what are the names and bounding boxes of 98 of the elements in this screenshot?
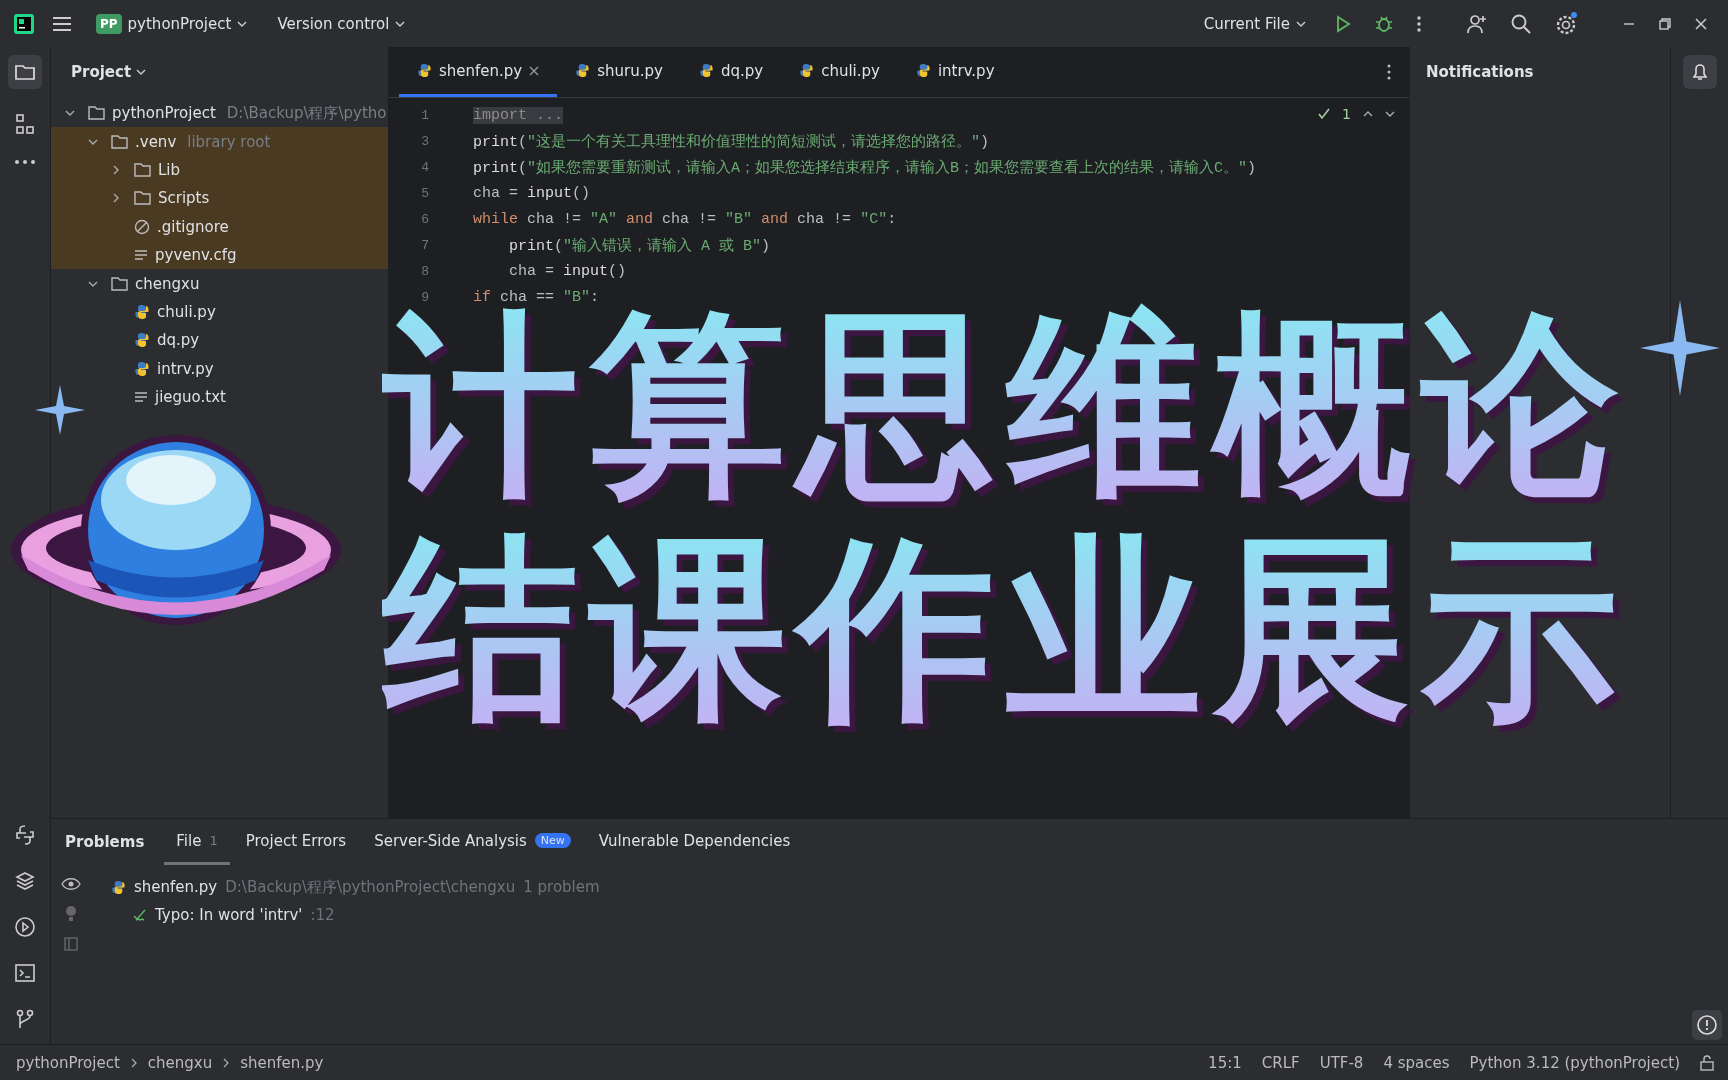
run-services-icon[interactable] bbox=[14, 916, 36, 938]
breadcrumb[interactable]: pythonProject bbox=[16, 1053, 120, 1072]
caret-icon bbox=[136, 67, 147, 77]
add-user-icon[interactable] bbox=[1466, 12, 1488, 35]
status-item[interactable]: CRLF bbox=[1261, 1053, 1300, 1072]
bulb-icon[interactable] bbox=[64, 905, 78, 923]
tree-item[interactable]: pyvenv.cfg bbox=[51, 240, 388, 270]
chevron-up-icon[interactable] bbox=[1363, 109, 1373, 119]
chevron-right-icon bbox=[222, 1057, 231, 1068]
lock-icon[interactable] bbox=[1700, 1054, 1714, 1071]
inspection-count[interactable]: 1 bbox=[1342, 106, 1351, 122]
code-line: print("这是一个有关工具理性和价值理性的简短测试，请选择您的路径。") bbox=[473, 132, 990, 151]
status-item[interactable]: 4 spaces bbox=[1383, 1053, 1450, 1072]
line-number: 3 bbox=[420, 133, 430, 149]
text-file-icon bbox=[134, 390, 148, 405]
editor-tab[interactable]: intrv.py bbox=[897, 47, 1013, 97]
run-icon[interactable] bbox=[1334, 14, 1352, 33]
code-line: cha = input() bbox=[508, 262, 627, 280]
editor-tab[interactable]: shenfen.py bbox=[399, 47, 558, 97]
problems-tab[interactable]: Project Errors bbox=[233, 819, 359, 865]
python-file-icon bbox=[134, 360, 150, 377]
bell-icon[interactable] bbox=[1682, 55, 1717, 89]
python-file-icon bbox=[915, 63, 931, 78]
line-number: 6 bbox=[420, 211, 430, 227]
alert-icon[interactable] bbox=[1692, 1010, 1722, 1040]
git-branch-icon[interactable] bbox=[14, 1008, 36, 1030]
eye-icon[interactable] bbox=[61, 877, 81, 891]
line-number: 1 bbox=[420, 107, 430, 123]
folder-icon bbox=[111, 134, 128, 149]
sparkle-icon bbox=[1640, 300, 1720, 396]
python-file-icon bbox=[417, 63, 432, 78]
editor-tab[interactable]: shuru.py bbox=[557, 47, 681, 97]
folder-icon[interactable] bbox=[8, 55, 42, 89]
status-item[interactable]: Python 3.12 (pythonProject) bbox=[1469, 1053, 1680, 1072]
vcs-menu[interactable]: Version control bbox=[271, 10, 412, 37]
terminal-icon[interactable] bbox=[14, 962, 36, 984]
tree-item[interactable]: .gitignore bbox=[51, 212, 388, 241]
problem-file-row[interactable]: shenfen.py D:\Backup\程序\pythonProject\chengxu 1 problem bbox=[111, 873, 600, 901]
settings-icon[interactable] bbox=[1554, 11, 1578, 36]
check-icon[interactable] bbox=[1318, 108, 1331, 120]
panel-title[interactable]: Project bbox=[65, 62, 153, 82]
tree-item[interactable]: .venv library root bbox=[51, 127, 388, 156]
chevron-right-icon bbox=[129, 1057, 138, 1068]
line-number: 8 bbox=[420, 263, 430, 279]
breadcrumb[interactable]: shenfen.py bbox=[240, 1053, 324, 1072]
problems-tab[interactable]: Server-Side Analysis New bbox=[362, 819, 583, 865]
text-file-icon bbox=[134, 248, 148, 263]
tree-item[interactable]: chengxu bbox=[51, 269, 388, 298]
python-file-icon bbox=[134, 303, 150, 320]
folder-icon bbox=[134, 191, 151, 206]
python-file-icon bbox=[799, 63, 815, 78]
tree-item[interactable]: Scripts bbox=[51, 184, 388, 213]
chevron-down-icon[interactable] bbox=[1385, 109, 1395, 119]
folder-icon bbox=[88, 106, 105, 121]
python-file-icon bbox=[111, 879, 126, 895]
editor-tab[interactable]: dq.py bbox=[680, 47, 782, 97]
close-icon[interactable] bbox=[529, 65, 540, 76]
more-icon[interactable] bbox=[14, 159, 36, 165]
tree-item[interactable]: Lib bbox=[51, 155, 388, 185]
line-number: 4 bbox=[420, 159, 430, 175]
restore-icon[interactable] bbox=[1658, 16, 1672, 31]
sparkle-icon bbox=[35, 385, 85, 435]
status-item[interactable]: 15:1 bbox=[1208, 1053, 1242, 1072]
line-number: 5 bbox=[420, 185, 430, 201]
code-line: cha = input() bbox=[473, 184, 591, 202]
python-file-icon bbox=[575, 63, 591, 78]
python-file-icon bbox=[698, 63, 714, 78]
run-config-dropdown[interactable]: Current File bbox=[1197, 10, 1312, 37]
python-console-icon[interactable] bbox=[14, 824, 36, 846]
code-line: print("输入错误，请输入 A 或 B") bbox=[508, 236, 771, 255]
layers-icon[interactable] bbox=[14, 870, 36, 892]
app-logo-icon[interactable] bbox=[14, 13, 34, 34]
project-switcher[interactable]: PP pythonProject bbox=[90, 9, 254, 38]
more-icon[interactable] bbox=[1387, 64, 1391, 80]
breadcrumb[interactable]: chengxu bbox=[147, 1053, 213, 1072]
tree-item[interactable]: pythonProject D:\Backup\程序\pytho bbox=[51, 99, 388, 128]
editor-tab[interactable]: chuli.py bbox=[781, 47, 898, 97]
code-line: print("如果您需要重新测试，请输入A；如果您选择结束程序，请输入B；如果您需要查看上次的结果，请输入C。") bbox=[473, 158, 1257, 177]
menu-icon[interactable] bbox=[52, 15, 72, 32]
problem-item[interactable]: Typo: In word 'intrv' :12 bbox=[111, 901, 600, 929]
panel-title: Problems bbox=[65, 832, 145, 853]
structure-icon[interactable] bbox=[14, 113, 36, 135]
ignore-file-icon bbox=[134, 218, 150, 235]
search-icon[interactable] bbox=[1510, 12, 1532, 35]
chevron-right-icon[interactable] bbox=[111, 193, 121, 204]
status-item[interactable]: UTF-8 bbox=[1319, 1053, 1364, 1072]
panel-title: Notifications bbox=[1426, 63, 1534, 81]
more-icon[interactable] bbox=[1416, 14, 1422, 33]
problems-tab[interactable]: Vulnerable Dependencies bbox=[586, 819, 803, 865]
code-line: while cha != "A" and cha != "B" and cha != "C": bbox=[473, 210, 897, 228]
python-file-icon bbox=[134, 332, 150, 349]
folder-icon bbox=[111, 276, 128, 291]
close-icon[interactable] bbox=[1694, 16, 1708, 31]
chevron-right-icon[interactable] bbox=[111, 164, 121, 175]
typo-check-icon bbox=[133, 909, 147, 921]
problems-tab[interactable]: File 1 bbox=[164, 819, 230, 865]
folder-icon bbox=[134, 162, 151, 177]
line-number: 7 bbox=[420, 237, 430, 253]
